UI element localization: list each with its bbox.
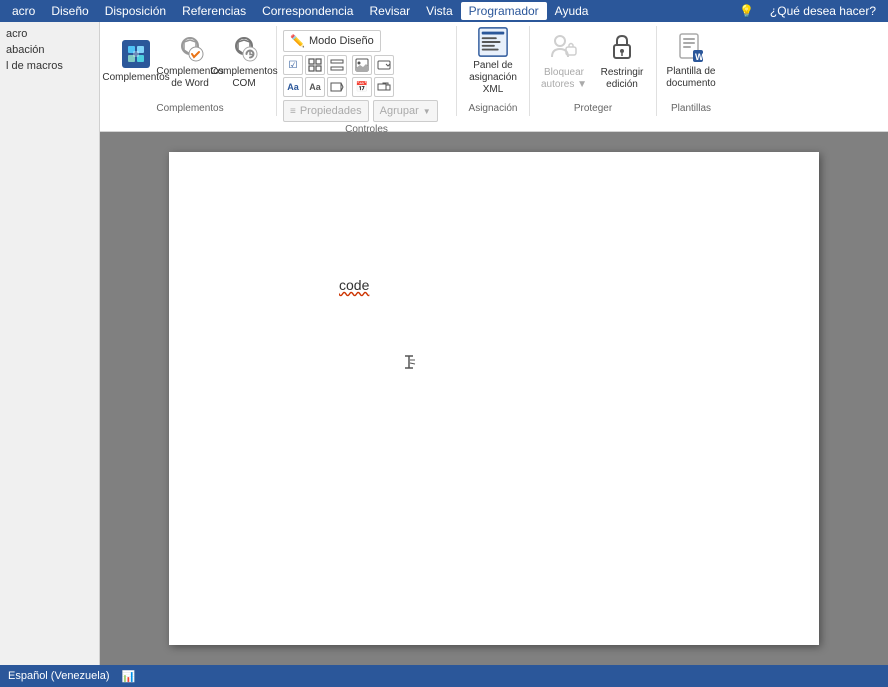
document-text-block: code <box>339 277 369 293</box>
ctrl-checkbox[interactable]: ☑ <box>283 55 303 75</box>
propiedades-button[interactable]: ≡ Propiedades <box>283 100 369 122</box>
panel-asignacion-button[interactable]: Panel deasignación XML <box>463 28 523 94</box>
asignacion-group-label: Asignación <box>469 103 518 114</box>
document-area-wrapper: code <box>100 132 888 665</box>
agrupar-arrow: ▼ <box>423 107 431 116</box>
lightbulb-icon: 💡 <box>731 2 762 20</box>
ctrl-img[interactable] <box>352 55 372 75</box>
ctrl-list1[interactable] <box>327 55 347 75</box>
language-status: Español (Venezuela) <box>8 670 110 682</box>
status-bar: Español (Venezuela) 📊 <box>0 665 888 687</box>
svg-text:W: W <box>695 52 704 62</box>
plantillas-group: W Plantilla dedocumento Plantillas <box>657 26 725 116</box>
menu-correspondencia[interactable]: Correspondencia <box>254 2 361 20</box>
restringir-edicion-label: Restringiredición <box>601 67 644 91</box>
left-sidebar: acro abación l de macros <box>0 22 100 665</box>
document-content[interactable]: code <box>229 192 759 605</box>
menu-ayuda[interactable]: Ayuda <box>547 2 597 20</box>
plantilla-documento-button[interactable]: W Plantilla dedocumento <box>663 28 719 94</box>
menu-vista[interactable]: Vista <box>418 2 460 20</box>
pencil-icon: ✏️ <box>290 34 305 48</box>
help-what-label[interactable]: ¿Qué desea hacer? <box>762 2 884 20</box>
ctrl-ab[interactable]: Aa <box>283 77 303 97</box>
propiedades-icon: ≡ <box>290 106 296 117</box>
complementos-group-label: Complementos <box>156 103 223 114</box>
bloquear-autores-label: Bloquearautores ▼ <box>541 67 587 91</box>
modo-diseno-label: Modo Diseño <box>309 35 374 47</box>
modo-diseno-button[interactable]: ✏️ Modo Diseño <box>283 30 381 52</box>
menu-referencias[interactable]: Referencias <box>174 2 254 20</box>
ctrl-dropdown[interactable] <box>374 55 394 75</box>
cursor-position <box>399 352 419 375</box>
complementos-word-button[interactable]: Complementosde Word <box>164 28 216 94</box>
controles-group-label: Controles <box>345 124 388 135</box>
menu-disposicion[interactable]: Disposición <box>97 2 174 20</box>
agrupar-label: Agrupar <box>380 105 419 117</box>
sidebar-macros[interactable]: l de macros <box>6 58 93 74</box>
complementos-button[interactable]: Complementos <box>110 28 162 94</box>
plantillas-group-label: Plantillas <box>671 103 711 114</box>
menu-diseno[interactable]: Diseño <box>43 2 96 20</box>
document-area[interactable]: code <box>100 132 888 665</box>
document-page[interactable]: code <box>169 152 819 645</box>
menu-revisar[interactable]: Revisar <box>361 2 418 20</box>
sidebar-acro[interactable]: acro <box>6 26 93 42</box>
ctrl-grid1[interactable] <box>305 55 325 75</box>
complementos-com-label: ComplementosCOM <box>210 66 277 90</box>
ctrl-combo[interactable] <box>327 77 347 97</box>
word-code: code <box>339 277 369 293</box>
ribbon: Complementos <box>100 22 888 132</box>
panel-asignacion-label: Panel deasignación XML <box>465 60 521 96</box>
document-typed-text: code <box>339 277 369 293</box>
status-icon: 📊 <box>122 670 136 683</box>
complementos-group: Complementos <box>104 26 277 116</box>
propiedades-label: Propiedades <box>300 105 362 117</box>
proteger-group-label: Proteger <box>574 103 612 114</box>
ctrl-calendar[interactable]: 📅 <box>352 77 372 97</box>
controles-group: ✏️ Modo Diseño ☑ <box>277 26 457 116</box>
menu-acro[interactable]: acro <box>4 2 43 20</box>
asignacion-group: Panel deasignación XML Asignación <box>457 26 530 116</box>
restringir-edicion-button[interactable]: Restringiredición <box>594 28 650 94</box>
text-cursor-icon <box>399 352 419 372</box>
complementos-com-button[interactable]: ComplementosCOM <box>218 28 270 94</box>
ctrl-more[interactable] <box>374 77 394 97</box>
ctrl-ab2[interactable]: Aa <box>305 77 325 97</box>
menu-bar: acro Diseño Disposición Referencias Corr… <box>0 0 888 22</box>
proteger-group: Bloquearautores ▼ Restringired <box>530 26 657 116</box>
agrupar-button[interactable]: Agrupar ▼ <box>373 100 438 122</box>
sidebar-abacion[interactable]: abación <box>6 42 93 58</box>
bloquear-autores-button[interactable]: Bloquearautores ▼ <box>536 28 592 94</box>
menu-programador[interactable]: Programador <box>461 2 547 20</box>
plantilla-documento-label: Plantilla dedocumento <box>666 66 715 90</box>
